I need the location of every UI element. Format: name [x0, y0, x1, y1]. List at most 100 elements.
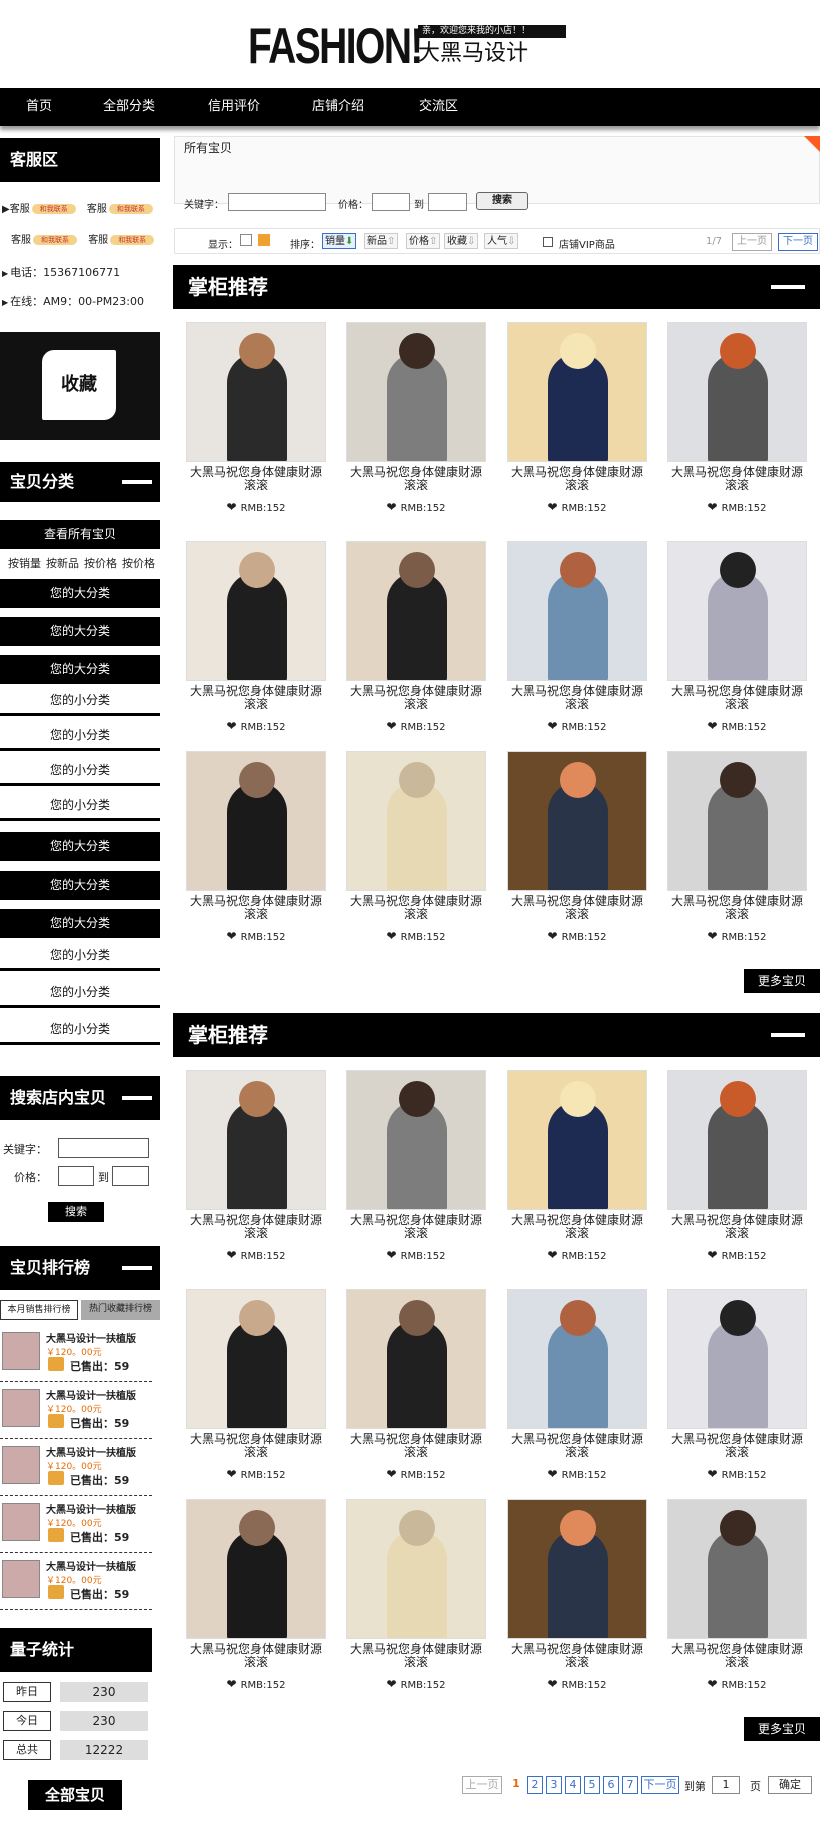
product-name[interactable]: 大黑马祝您身体健康财源滚滚 — [507, 895, 647, 921]
pagination-page[interactable]: 7 — [622, 1776, 638, 1794]
pagination-page[interactable]: 3 — [546, 1776, 562, 1794]
ranking-item-title[interactable]: 大黑马设计一扶植版 — [46, 1330, 136, 1345]
tab-monthly-sales[interactable]: 本月销售排行榜 — [0, 1300, 78, 1320]
collect-badge[interactable]: 收藏 — [42, 350, 116, 420]
product-image[interactable] — [667, 1289, 807, 1429]
product-name[interactable]: 大黑马祝您身体健康财源滚滚 — [667, 466, 807, 492]
product-image[interactable] — [346, 1070, 486, 1210]
product-name[interactable]: 大黑马祝您身体健康财源滚滚 — [346, 1214, 486, 1240]
ranking-thumbnail[interactable] — [2, 1446, 40, 1484]
ranking-item-title[interactable]: 大黑马设计一扶植版 — [46, 1387, 136, 1402]
ranking-item[interactable]: 大黑马设计一扶植版 ￥120。00元 已售出：59 — [0, 1440, 152, 1496]
product-image[interactable] — [667, 322, 807, 462]
product-name[interactable]: 大黑马祝您身体健康财源滚滚 — [667, 895, 807, 921]
big-category[interactable]: 您的大分类 — [0, 655, 160, 684]
logo[interactable]: FASHION! — [248, 18, 423, 74]
all-items-button[interactable]: 全部宝贝 — [28, 1780, 122, 1810]
keyword-input[interactable] — [58, 1138, 149, 1158]
sort-sales-button[interactable]: 销量⬇ — [322, 233, 357, 249]
goto-confirm-button[interactable]: 确定 — [768, 1776, 812, 1794]
more-items-button[interactable]: 更多宝贝 — [744, 1717, 820, 1741]
product-image[interactable] — [667, 541, 807, 681]
big-category[interactable]: 您的大分类 — [0, 871, 160, 900]
product-name[interactable]: 大黑马祝您身体健康财源滚滚 — [507, 466, 647, 492]
tab-hot-favorites[interactable]: 热门收藏排行榜 — [81, 1300, 160, 1320]
ranking-thumbnail[interactable] — [2, 1332, 40, 1370]
sort-by-price[interactable]: 按价格 — [122, 555, 155, 571]
sort-by-sales[interactable]: 按销量 — [8, 555, 41, 571]
contact-badge[interactable]: 和我联系 — [33, 235, 77, 245]
product-image[interactable] — [346, 1289, 486, 1429]
ranking-item[interactable]: 大黑马设计一扶植版 ￥120。00元 已售出：59 — [0, 1326, 152, 1382]
product-name[interactable]: 大黑马祝您身体健康财源滚滚 — [346, 685, 486, 711]
ranking-thumbnail[interactable] — [2, 1560, 40, 1598]
product-image[interactable] — [507, 1499, 647, 1639]
pagination-page[interactable]: 4 — [565, 1776, 581, 1794]
ranking-item-title[interactable]: 大黑马设计一扶植版 — [46, 1444, 136, 1459]
ranking-thumbnail[interactable] — [2, 1503, 40, 1541]
ranking-item[interactable]: 大黑马设计一扶植版 ￥120。00元 已售出：59 — [0, 1554, 152, 1610]
small-category[interactable]: 您的小分类 — [0, 791, 160, 821]
product-name[interactable]: 大黑马祝您身体健康财源滚滚 — [186, 1214, 326, 1240]
ranking-item-title[interactable]: 大黑马设计一扶植版 — [46, 1558, 136, 1573]
small-category[interactable]: 您的小分类 — [0, 686, 160, 716]
product-image[interactable] — [507, 322, 647, 462]
prev-page-button[interactable]: 上一页 — [732, 233, 772, 251]
breadcrumb[interactable]: 所有宝贝 — [184, 139, 232, 156]
sort-new-button[interactable]: 新品⇧ — [364, 233, 399, 249]
pagination-page-current[interactable]: 1 — [508, 1776, 524, 1794]
product-image[interactable] — [346, 322, 486, 462]
grid-view-icon[interactable] — [258, 234, 270, 246]
price-max-input[interactable] — [112, 1166, 149, 1186]
pagination-next[interactable]: 下一页 — [641, 1776, 679, 1794]
big-category[interactable]: 您的大分类 — [0, 909, 160, 938]
product-name[interactable]: 大黑马祝您身体健康财源滚滚 — [507, 1214, 647, 1240]
product-name[interactable]: 大黑马祝您身体健康财源滚滚 — [667, 1214, 807, 1240]
product-name[interactable]: 大黑马祝您身体健康财源滚滚 — [667, 685, 807, 711]
product-name[interactable]: 大黑马祝您身体健康财源滚滚 — [186, 1643, 326, 1669]
product-name[interactable]: 大黑马祝您身体健康财源滚滚 — [346, 1433, 486, 1459]
small-category[interactable]: 您的小分类 — [0, 978, 160, 1008]
product-name[interactable]: 大黑马祝您身体健康财源滚滚 — [507, 685, 647, 711]
search-button[interactable]: 搜索 — [476, 192, 528, 210]
sort-price-button[interactable]: 价格⇧ — [406, 233, 441, 249]
product-image[interactable] — [186, 541, 326, 681]
price-max-input[interactable] — [428, 193, 467, 211]
small-category[interactable]: 您的小分类 — [0, 941, 160, 971]
pagination-page[interactable]: 2 — [527, 1776, 543, 1794]
nav-home[interactable]: 首页 — [26, 88, 52, 126]
pagination-page[interactable]: 5 — [584, 1776, 600, 1794]
product-name[interactable]: 大黑马祝您身体健康财源滚滚 — [346, 466, 486, 492]
pagination-page[interactable]: 6 — [603, 1776, 619, 1794]
sort-by-price[interactable]: 按价格 — [84, 555, 117, 571]
ranking-item[interactable]: 大黑马设计一扶植版 ￥120。00元 已售出：59 — [0, 1383, 152, 1439]
list-view-icon[interactable] — [240, 234, 252, 246]
product-image[interactable] — [346, 751, 486, 891]
keyword-input[interactable] — [228, 193, 326, 211]
nav-forum[interactable]: 交流区 — [419, 88, 458, 126]
vip-checkbox[interactable] — [543, 237, 553, 247]
product-name[interactable]: 大黑马祝您身体健康财源滚滚 — [507, 1433, 647, 1459]
product-image[interactable] — [507, 1070, 647, 1210]
big-category[interactable]: 您的大分类 — [0, 832, 160, 861]
price-min-input[interactable] — [372, 193, 410, 211]
ranking-item[interactable]: 大黑马设计一扶植版 ￥120。00元 已售出：59 — [0, 1497, 152, 1553]
ranking-thumbnail[interactable] — [2, 1389, 40, 1427]
contact-badge[interactable]: 和我联系 — [108, 204, 153, 214]
product-image[interactable] — [667, 1070, 807, 1210]
product-name[interactable]: 大黑马祝您身体健康财源滚滚 — [507, 1643, 647, 1669]
sort-favorites-button[interactable]: 收藏⇩ — [444, 233, 479, 249]
product-image[interactable] — [667, 751, 807, 891]
product-name[interactable]: 大黑马祝您身体健康财源滚滚 — [186, 685, 326, 711]
product-name[interactable]: 大黑马祝您身体健康财源滚滚 — [186, 895, 326, 921]
goto-page-input[interactable]: 1 — [712, 1776, 740, 1794]
product-image[interactable] — [186, 322, 326, 462]
product-image[interactable] — [186, 751, 326, 891]
small-category[interactable]: 您的小分类 — [0, 756, 160, 786]
sidebar-search-button[interactable]: 搜索 — [48, 1202, 104, 1222]
product-image[interactable] — [346, 541, 486, 681]
next-page-button[interactable]: 下一页 — [778, 233, 818, 251]
product-image[interactable] — [346, 1499, 486, 1639]
product-name[interactable]: 大黑马祝您身体健康财源滚滚 — [186, 1433, 326, 1459]
big-category[interactable]: 您的大分类 — [0, 579, 160, 608]
